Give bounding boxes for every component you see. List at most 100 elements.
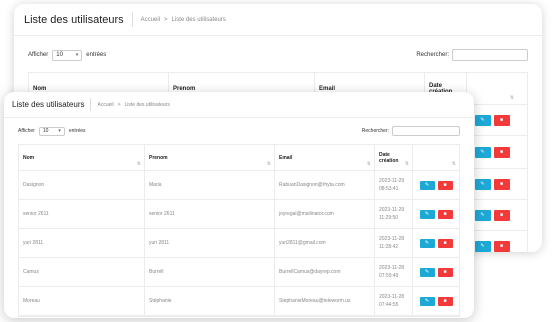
pencil-icon: ✎ xyxy=(424,240,430,246)
delete-button[interactable]: ■ xyxy=(437,180,453,190)
breadcrumb-home[interactable]: Accueil xyxy=(97,102,113,108)
table-row: Camus Burrell BurrellCamus@dayrep.com 20… xyxy=(19,258,459,287)
sort-icon: ⇅ xyxy=(404,161,409,167)
pencil-icon: ✎ xyxy=(424,211,430,217)
table-controls: Afficher 10 ▾ entrées Rechercher: xyxy=(4,122,474,140)
cell-date: 2023-11-29 11:29:50 xyxy=(375,200,413,228)
pencil-icon: ✎ xyxy=(424,182,430,188)
chevron-down-icon: ▾ xyxy=(58,128,61,134)
page-header: Liste des utilisateurs Accueil > Liste d… xyxy=(4,92,474,118)
entries-value: 10 xyxy=(42,128,49,134)
cell-prenom: yuri 2811 xyxy=(145,229,275,257)
column-prenom[interactable]: Prenom⇅ xyxy=(145,145,275,170)
pencil-icon: ✎ xyxy=(480,212,485,218)
front-panel: Liste des utilisateurs Accueil > Liste d… xyxy=(4,92,474,318)
delete-button[interactable]: ■ xyxy=(493,240,510,252)
cell-email: StephanieMoreau@teleworm.us xyxy=(275,287,375,315)
edit-button[interactable]: ✎ xyxy=(474,178,491,190)
cell-nom: Camus xyxy=(19,258,145,286)
trash-icon: ■ xyxy=(443,211,447,217)
cell-prenom: Maria xyxy=(145,171,275,199)
delete-button[interactable]: ■ xyxy=(437,238,453,248)
pencil-icon: ✎ xyxy=(480,181,485,187)
sort-icon: ⇅ xyxy=(266,161,271,167)
edit-button[interactable]: ✎ xyxy=(474,209,491,221)
show-label: Afficher xyxy=(28,52,49,58)
cell-prenom: Burrell xyxy=(145,258,275,286)
cell-nom: yuri 2811 xyxy=(19,229,145,257)
edit-button[interactable]: ✎ xyxy=(419,209,435,219)
table-controls: Afficher 10 ▾ entrées Rechercher: xyxy=(14,44,542,66)
breadcrumb-current: Liste des utilisateurs xyxy=(124,101,170,108)
cell-date: 2023-11-28 07:44:55 xyxy=(375,287,413,315)
edit-button[interactable]: ✎ xyxy=(419,238,435,248)
trash-icon: ■ xyxy=(499,149,504,155)
cell-nom: Dasignon xyxy=(19,171,145,199)
entries-label: entrées xyxy=(68,128,86,134)
delete-button[interactable]: ■ xyxy=(493,178,510,190)
cell-email: joyregal@mailinator.com xyxy=(275,200,375,228)
column-actions: ⇅ xyxy=(467,73,517,104)
pencil-icon: ✎ xyxy=(480,117,485,123)
delete-button[interactable]: ■ xyxy=(493,114,510,126)
trash-icon: ■ xyxy=(499,212,504,218)
page-title: Liste des utilisateurs xyxy=(12,100,85,109)
chevron-down-icon: ▾ xyxy=(75,52,79,58)
search-control: Rechercher: xyxy=(416,49,528,61)
edit-button[interactable]: ✎ xyxy=(474,146,491,158)
trash-icon: ■ xyxy=(443,269,447,275)
table-header: Nom⇅ Prenom⇅ Email⇅ Datecréation⇅ ⇅ xyxy=(19,145,459,171)
cell-nom: senior 2611 xyxy=(19,200,145,228)
entries-value: 10 xyxy=(56,52,63,58)
column-email[interactable]: Email⇅ xyxy=(275,145,375,170)
cell-date: 2023-11-28 07:59:49 xyxy=(375,258,413,286)
delete-button[interactable]: ■ xyxy=(437,267,453,277)
edit-button[interactable]: ✎ xyxy=(474,240,491,252)
edit-button[interactable]: ✎ xyxy=(419,296,435,306)
pencil-icon: ✎ xyxy=(424,269,430,275)
entries-label: entrées xyxy=(86,52,107,58)
page-title: Liste des utilisateurs xyxy=(24,13,124,26)
search-input[interactable] xyxy=(392,126,460,136)
show-label: Afficher xyxy=(18,128,35,134)
column-date-creation[interactable]: Datecréation⇅ xyxy=(375,145,413,170)
delete-button[interactable]: ■ xyxy=(493,146,510,158)
search-label: Rechercher: xyxy=(416,52,449,58)
entries-control: Afficher 10 ▾ entrées xyxy=(18,126,86,136)
delete-button[interactable]: ■ xyxy=(437,296,453,306)
cell-email: yuri2811@gmail.com xyxy=(275,229,375,257)
table-row: Moreau Stéphanie StephanieMoreau@telewor… xyxy=(19,287,459,316)
edit-button[interactable]: ✎ xyxy=(419,180,435,190)
delete-button[interactable]: ■ xyxy=(493,209,510,221)
cell-email: RabuanDasignon@rhyta.com xyxy=(275,171,375,199)
breadcrumb-home[interactable]: Accueil xyxy=(141,17,160,23)
edit-button[interactable]: ✎ xyxy=(474,114,491,126)
column-nom[interactable]: Nom⇅ xyxy=(19,145,145,170)
breadcrumb-current: Liste des utilisateurs xyxy=(171,16,226,23)
cell-email: BurrellCamus@dayrep.com xyxy=(275,258,375,286)
cell-prenom: senior 2611 xyxy=(145,200,275,228)
edit-button[interactable]: ✎ xyxy=(419,267,435,277)
trash-icon: ■ xyxy=(443,240,447,246)
breadcrumb: Accueil > Liste des utilisateurs xyxy=(97,102,169,108)
table-row: Dasignon Maria RabuanDasignon@rhyta.com … xyxy=(19,171,459,200)
trash-icon: ■ xyxy=(443,182,447,188)
breadcrumb-separator: > xyxy=(164,16,168,23)
column-actions: ⇅ xyxy=(413,145,459,170)
entries-select[interactable]: 10 ▾ xyxy=(38,126,65,136)
trash-icon: ■ xyxy=(499,181,504,187)
entries-select[interactable]: 10 ▾ xyxy=(52,49,83,61)
search-label: Rechercher: xyxy=(361,128,389,134)
search-control: Rechercher: xyxy=(362,126,460,136)
trash-icon: ■ xyxy=(443,298,447,304)
delete-button[interactable]: ■ xyxy=(437,209,453,219)
pencil-icon: ✎ xyxy=(480,243,485,249)
sort-icon: ⇅ xyxy=(509,95,514,101)
breadcrumb: Accueil > Liste des utilisateurs xyxy=(141,17,226,23)
breadcrumb-separator: > xyxy=(117,101,121,108)
users-table: Nom ⇅ Prenom ⇅ Email ⇅ Date création ⇅ ⇅ Dasi… xyxy=(18,144,460,317)
header-divider xyxy=(90,98,92,111)
page-header: Liste des utilisateurs Accueil > Liste d… xyxy=(14,4,542,36)
sort-icon: ⇅ xyxy=(451,161,456,167)
search-input[interactable] xyxy=(452,49,528,61)
